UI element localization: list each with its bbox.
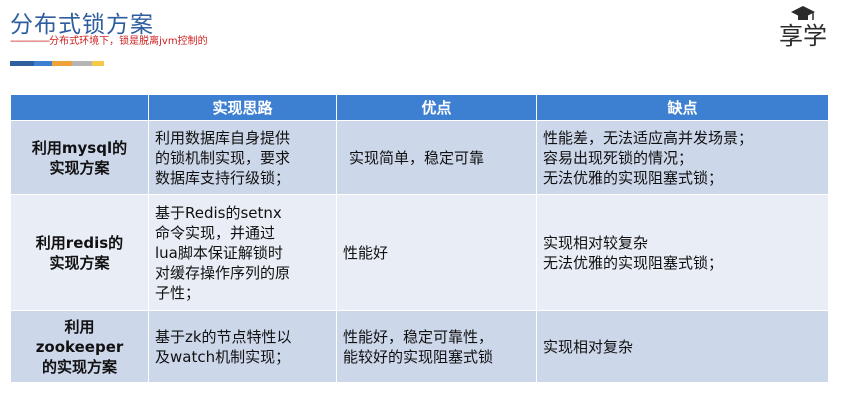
cell-cons: 性能差，无法适应高并发场景； 容易出现死锁的情况； 无法优雅的实现阻塞式锁； [536, 120, 829, 195]
cell-approach: 基于zk的节点特性以 及watch机制实现； [148, 310, 337, 383]
header-approach: 实现思路 [148, 94, 337, 121]
table-row: 利用mysql的 实现方案 利用数据库自身提供 的锁机制实现，要求 数据库支持行… [10, 120, 829, 195]
page-subtitle: ---------------分布式环境下，锁是脱离jvm控制的 [10, 32, 208, 47]
cell-approach: 利用数据库自身提供 的锁机制实现，要求 数据库支持行级锁； [148, 120, 337, 195]
logo-text: 享学 [779, 22, 827, 48]
cell-pros: 实现简单，稳定可靠 [336, 120, 537, 195]
subtitle-dashes: --------------- [10, 36, 50, 47]
header-empty [10, 94, 149, 121]
color-bar-segment [34, 61, 52, 66]
table-header-row: 实现思路 优点 缺点 [10, 94, 829, 121]
color-bar-segment [92, 61, 104, 66]
cell-cons: 实现相对较复杂 无法优雅的实现阻塞式锁； [536, 194, 829, 311]
cell-pros: 性能好 [336, 194, 537, 311]
cell-cons: 实现相对复杂 [536, 310, 829, 383]
table-row: 利用 zookeeper 的实现方案 基于zk的节点特性以 及watch机制实现… [10, 310, 829, 383]
table-row: 利用redis的 实现方案 基于Redis的setnx 命令实现，并通过 lua… [10, 194, 829, 311]
cell-pros: 性能好，稳定可靠性， 能较好的实现阻塞式锁 [336, 310, 537, 383]
header-pros: 优点 [336, 94, 537, 121]
brand-logo: 享学 [771, 2, 835, 50]
comparison-table: 实现思路 优点 缺点 利用mysql的 实现方案 利用数据库自身提供 的锁机制实… [10, 94, 829, 383]
row-name-zookeeper: 利用 zookeeper 的实现方案 [10, 310, 149, 383]
graduation-cap-icon: 享学 [779, 6, 827, 50]
row-name-redis: 利用redis的 实现方案 [10, 194, 149, 311]
row-name-mysql: 利用mysql的 实现方案 [10, 120, 149, 195]
cell-approach: 基于Redis的setnx 命令实现，并通过 lua脚本保证解锁时 对缓存操作序… [148, 194, 337, 311]
color-bar-segment [52, 61, 72, 66]
color-bar-segment [72, 61, 92, 66]
slide: 分布式锁方案 ---------------分布式环境下，锁是脱离jvm控制的 … [0, 0, 845, 409]
subtitle-text: 分布式环境下，锁是脱离jvm控制的 [49, 36, 208, 47]
color-bar-segment [10, 61, 34, 66]
decorative-color-bar [10, 61, 104, 66]
header-cons: 缺点 [536, 94, 829, 121]
